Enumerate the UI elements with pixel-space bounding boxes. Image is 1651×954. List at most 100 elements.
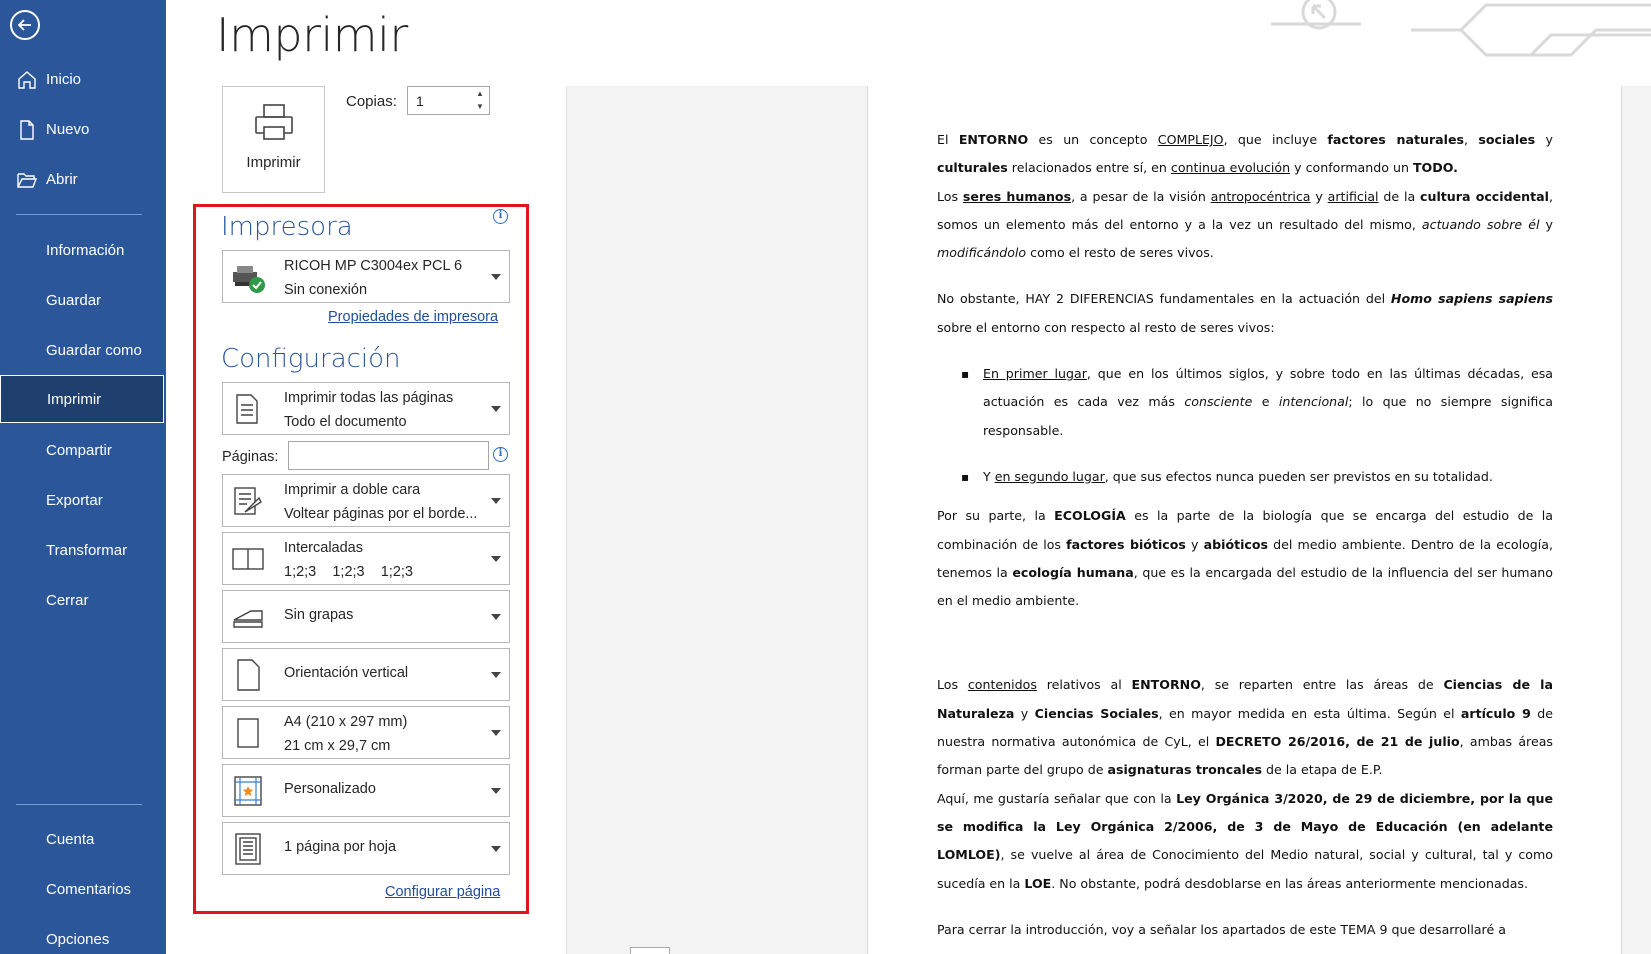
nav-item-transformar[interactable]: Transformar (0, 526, 166, 574)
chevron-down-icon (491, 406, 501, 412)
doc-paragraph: Los contenidos relativos al ENTORNO, se … (937, 677, 1553, 778)
duplex-dropdown[interactable]: Imprimir a doble cara Voltear páginas po… (222, 474, 510, 527)
nav-label: Cuenta (46, 830, 95, 848)
orientation-dropdown[interactable]: Orientación vertical (222, 648, 510, 701)
nav-item-exportar[interactable]: Exportar (0, 476, 166, 524)
pages-per-sheet-dropdown[interactable]: 1 página por hoja (222, 822, 510, 875)
printer-dropdown[interactable]: RICOH MP C3004ex PCL 6 Sin conexión (222, 250, 510, 303)
staple-dropdown[interactable]: Sin grapas (222, 590, 510, 643)
backstage-sidebar: Inicio Nuevo Abrir Información Guardar G… (0, 0, 166, 954)
nav-item-cuenta[interactable]: Cuenta (0, 815, 166, 863)
nav-label: Imprimir (47, 390, 102, 408)
paper-size-dropdown[interactable]: A4 (210 x 297 mm) 21 cm x 29,7 cm (222, 706, 510, 759)
chevron-down-icon (491, 672, 501, 678)
print-button[interactable]: Imprimir (222, 86, 325, 193)
chevron-down-icon (491, 730, 501, 736)
info-icon[interactable]: i (493, 447, 508, 462)
copies-value: 1 (416, 93, 424, 109)
staple-label: Sin grapas (284, 607, 354, 623)
nav-label: Nuevo (46, 120, 90, 138)
circuit-decoration-icon (1271, 0, 1651, 57)
nav-label: Guardar (46, 291, 102, 309)
nav-item-abrir[interactable]: Abrir (0, 155, 166, 203)
printer-name: RICOH MP C3004ex PCL 6 (284, 258, 463, 274)
nav-item-guardar-como[interactable]: Guardar como (0, 326, 166, 374)
paper-size-line1: A4 (210 x 297 mm) (284, 714, 408, 730)
printer-status: Sin conexión (284, 282, 368, 298)
chevron-down-icon (491, 498, 501, 504)
pages-input[interactable] (288, 441, 489, 470)
page-setup-link[interactable]: Configurar página (385, 884, 500, 900)
new-document-icon (20, 120, 34, 140)
pages-label: Páginas: (222, 449, 279, 465)
chevron-up-icon[interactable]: ▲ (475, 89, 485, 99)
margins-icon (234, 776, 262, 806)
nav-label: Información (46, 241, 125, 259)
doc-paragraph: Aquí, me gustaría señalar que con la Ley… (937, 790, 1553, 891)
back-arrow-icon[interactable] (10, 10, 40, 40)
nav-label: Transformar (46, 541, 128, 559)
nav-item-imprimir[interactable]: Imprimir (0, 375, 164, 423)
margins-dropdown[interactable]: Personalizado (222, 764, 510, 817)
nav-item-cerrar[interactable]: Cerrar (0, 576, 166, 624)
printer-heading: Impresora (221, 212, 353, 242)
print-range-dropdown[interactable]: Imprimir todas las páginas Todo el docum… (222, 382, 510, 435)
document-text: El ENTORNO es un concepto COMPLEJO, que … (937, 126, 1553, 944)
collate-dropdown[interactable]: Intercaladas 1;2;3 1;2;3 1;2;3 (222, 532, 510, 585)
chevron-down-icon (491, 788, 501, 794)
printer-ready-icon (233, 266, 265, 293)
printer-icon (255, 104, 293, 140)
chevron-down-icon[interactable]: ▼ (475, 102, 485, 112)
doc-bullet-list: En primer lugar, que en los últimos sigl… (961, 360, 1553, 492)
printer-properties-link[interactable]: Propiedades de impresora (328, 309, 498, 325)
nav-item-nuevo[interactable]: Nuevo (0, 105, 166, 153)
pages-per-sheet-label: 1 página por hoja (284, 839, 397, 855)
stapler-icon (233, 610, 263, 628)
print-range-line2: Todo el documento (284, 414, 407, 430)
open-folder-icon (17, 173, 38, 188)
home-icon (18, 71, 36, 89)
pages-icon (236, 394, 258, 424)
nav-label: Exportar (46, 491, 103, 509)
orientation-label: Orientación vertical (284, 665, 409, 681)
print-button-label: Imprimir (246, 154, 301, 171)
nav-item-guardar[interactable]: Guardar (0, 276, 166, 324)
duplex-line1: Imprimir a doble cara (284, 482, 421, 498)
chevron-down-icon (491, 614, 501, 620)
collate-line1: Intercaladas (284, 540, 363, 556)
pages-per-sheet-icon (235, 833, 261, 865)
nav-item-informacion[interactable]: Información (0, 226, 166, 274)
chevron-down-icon (491, 274, 501, 280)
nav-item-compartir[interactable]: Compartir (0, 426, 166, 474)
nav-label: Inicio (46, 70, 82, 88)
nav-separator (16, 214, 142, 215)
list-item: En primer lugar, que en los últimos sigl… (961, 360, 1553, 445)
nav-label: Cerrar (46, 591, 89, 609)
nav-item-opciones[interactable]: Opciones (0, 915, 166, 954)
doc-paragraph: Por su parte, la ECOLOGÍA es la parte de… (937, 508, 1553, 609)
nav-label: Abrir (46, 170, 78, 188)
nav-separator (16, 804, 142, 805)
doc-paragraph: Para cerrar la introducción, voy a señal… (937, 921, 1506, 937)
collate-line2: 1;2;3 1;2;3 1;2;3 (284, 564, 413, 580)
print-range-line1: Imprimir todas las páginas (284, 390, 454, 406)
nav-item-inicio[interactable]: Inicio (0, 55, 166, 103)
nav-label: Comentarios (46, 880, 132, 898)
info-icon[interactable]: i (493, 209, 508, 224)
copies-stepper[interactable]: 1 ▲ ▼ (407, 86, 490, 115)
page-number-input[interactable] (630, 947, 670, 954)
paper-size-line2: 21 cm x 29,7 cm (284, 738, 391, 754)
nav-item-comentarios[interactable]: Comentarios (0, 865, 166, 913)
margins-label: Personalizado (284, 781, 376, 797)
nav-label: Compartir (46, 441, 112, 459)
doc-paragraph: No obstante, HAY 2 DIFERENCIAS fundament… (937, 291, 1553, 335)
list-item: Y en segundo lugar, que sus efectos nunc… (961, 463, 1553, 492)
chevron-down-icon (491, 846, 501, 852)
doc-paragraph: El ENTORNO es un concepto COMPLEJO, que … (937, 132, 1553, 176)
paper-size-icon (237, 718, 259, 748)
duplex-icon (234, 487, 262, 515)
page-title: Imprimir (216, 8, 408, 62)
portrait-page-icon (237, 659, 260, 691)
nav-label: Guardar como (46, 341, 142, 359)
doc-paragraph: Los seres humanos, a pesar de la visión … (937, 188, 1553, 261)
